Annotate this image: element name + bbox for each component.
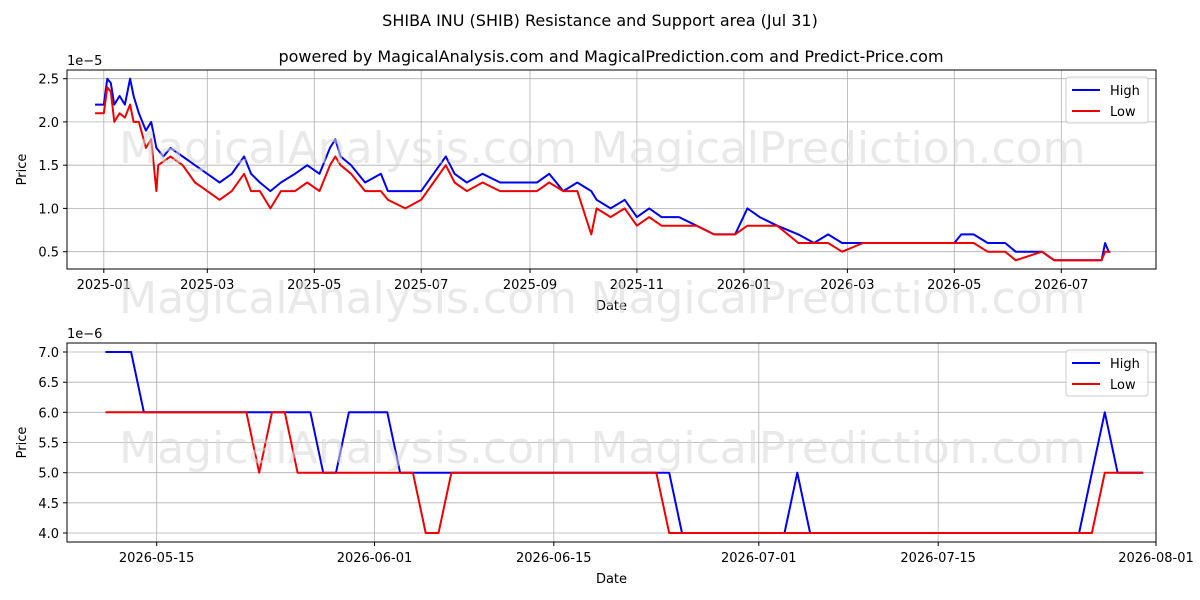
y-offset-label: 1e−5: [67, 54, 102, 69]
y-axis-label: Price: [15, 154, 30, 186]
y-tick-label: 0.5: [38, 246, 59, 261]
y-tick-label: 6.0: [38, 406, 59, 421]
watermark-analysis-mid: MagicalAnalysis.com: [119, 273, 577, 324]
y-tick-label: 1.5: [38, 159, 59, 174]
y-axis-label: Price: [15, 427, 30, 459]
x-tick-label: 2026-05-15: [119, 551, 195, 566]
legend-label-low: Low: [1110, 378, 1136, 393]
y-tick-label: 5.0: [38, 467, 59, 482]
y-offset-label: 1e−6: [67, 327, 102, 342]
y-tick-label: 7.0: [38, 346, 59, 361]
x-tick-label: 2026-06-01: [337, 551, 413, 566]
legend-label-high: High: [1110, 357, 1140, 372]
watermark-prediction-bottom: MagicalPrediction.com: [591, 423, 1086, 474]
y-tick-label: 4.0: [38, 527, 59, 542]
legend-label-low: Low: [1110, 105, 1136, 120]
watermark-analysis-bottom: MagicalAnalysis.com: [119, 423, 577, 474]
y-tick-label: 4.5: [38, 497, 59, 512]
watermark-prediction-top: MagicalPrediction.com: [591, 123, 1086, 174]
x-tick-label: 2026-07-01: [721, 551, 797, 566]
watermarks: MagicalAnalysis.com MagicalPrediction.co…: [119, 123, 1085, 474]
x-tick-label: 2026-06-15: [516, 551, 592, 566]
x-tick-label: 2026-07-15: [900, 551, 976, 566]
legend-label-high: High: [1110, 84, 1140, 99]
y-tick-label: 2.0: [38, 116, 59, 131]
x-axis-label: Date: [596, 572, 627, 587]
watermark-analysis-top: MagicalAnalysis.com: [119, 123, 577, 174]
figure: SHIBA INU (SHIB) Resistance and Support …: [15, 11, 1194, 587]
y-tick-label: 6.5: [38, 376, 59, 391]
watermark-prediction-mid: MagicalPrediction.com: [591, 273, 1086, 324]
x-tick-label: 2026-08-01: [1118, 551, 1194, 566]
chart-subtitle: powered by MagicalAnalysis.com and Magic…: [278, 47, 943, 66]
y-tick-label: 2.5: [38, 73, 59, 88]
y-tick-label: 1.0: [38, 202, 59, 217]
y-tick-label: 5.5: [38, 437, 59, 452]
chart-title: SHIBA INU (SHIB) Resistance and Support …: [382, 11, 818, 30]
